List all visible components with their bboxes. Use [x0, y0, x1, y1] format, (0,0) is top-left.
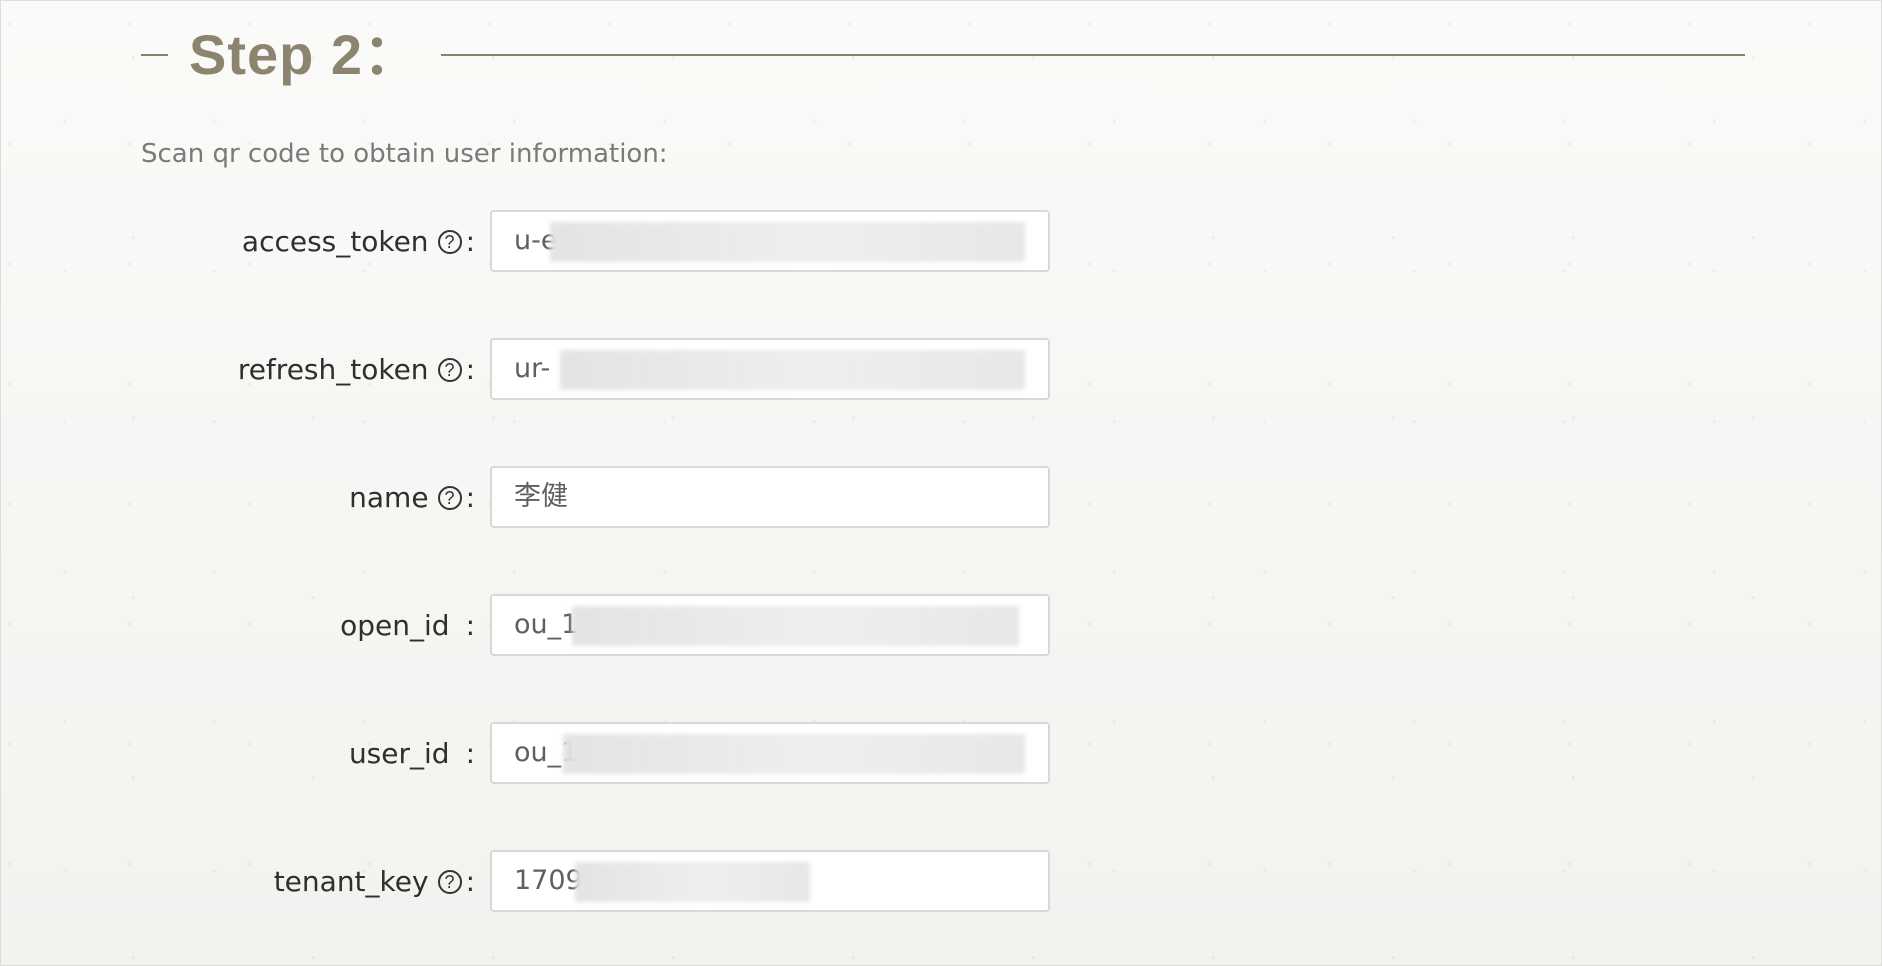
- refresh-token-value: ur-: [514, 353, 551, 384]
- open-id-value: ou_1: [514, 609, 579, 640]
- user-id-label: user_id: [348, 737, 450, 770]
- access-token-row: access_token ? : u-e: [141, 210, 1051, 274]
- access-token-label: access_token: [241, 225, 429, 258]
- tenant-key-row: tenant_key ? : 1709: [141, 850, 1051, 914]
- help-circle-icon[interactable]: ?: [437, 358, 462, 382]
- help-circle-icon[interactable]: ?: [437, 870, 462, 894]
- open-id-label-wrap: open_id :: [141, 594, 475, 658]
- step-header: Step 2：: [141, 19, 1745, 91]
- open-id-field[interactable]: ou_1: [490, 594, 1050, 656]
- open-id-label: open_id: [340, 609, 450, 642]
- refresh-token-field[interactable]: ur-: [490, 338, 1050, 400]
- tenant-key-label-wrap: tenant_key ? :: [141, 850, 475, 914]
- tenant-key-colon: :: [465, 865, 475, 898]
- refresh-token-colon: :: [465, 353, 475, 386]
- user-id-label-wrap: user_id :: [141, 722, 475, 786]
- step-title: Step 2：: [189, 23, 421, 86]
- refresh-token-redaction: [560, 350, 1025, 390]
- access-token-field[interactable]: u-e: [490, 210, 1050, 272]
- step-divider-line: [441, 54, 1745, 56]
- scan-instruction: Scan qr code to obtain user information:: [141, 139, 668, 169]
- refresh-token-label-wrap: refresh_token ? :: [141, 338, 475, 402]
- open-id-colon: :: [465, 609, 475, 642]
- name-label-wrap: name ? :: [141, 466, 475, 530]
- open-id-row: open_id : ou_1: [141, 594, 1051, 658]
- name-label: name: [349, 481, 429, 514]
- tenant-key-field[interactable]: 1709: [490, 850, 1050, 912]
- name-colon: :: [465, 481, 475, 514]
- tenant-key-value: 1709: [514, 865, 583, 896]
- tenant-key-redaction: [575, 862, 810, 902]
- refresh-token-label: refresh_token: [237, 353, 429, 386]
- help-circle-icon[interactable]: ?: [437, 230, 462, 254]
- name-value: 李健: [514, 481, 568, 512]
- refresh-token-row: refresh_token ? : ur-: [141, 338, 1051, 402]
- user-id-colon: :: [465, 737, 475, 770]
- access-token-redaction: [550, 222, 1025, 262]
- tenant-key-label: tenant_key: [273, 865, 429, 898]
- user-id-field[interactable]: ou_1: [490, 722, 1050, 784]
- open-id-redaction: [572, 606, 1019, 646]
- name-field[interactable]: 李健: [490, 466, 1050, 528]
- step-dash-divider: [141, 54, 168, 56]
- access-token-label-wrap: access_token ? :: [141, 210, 475, 274]
- name-row: name ? : 李健: [141, 466, 1051, 530]
- access-token-colon: :: [465, 225, 475, 258]
- help-circle-icon[interactable]: ?: [437, 486, 462, 510]
- user-id-row: user_id : ou_1: [141, 722, 1051, 786]
- user-info-page: Step 2： Scan qr code to obtain user info…: [0, 0, 1882, 966]
- user-id-redaction: [563, 734, 1025, 774]
